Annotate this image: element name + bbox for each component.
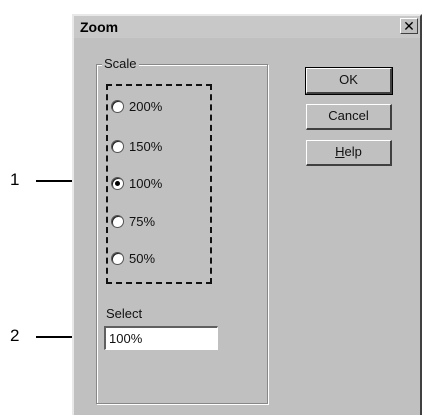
help-button[interactable]: Help: [306, 140, 392, 166]
radio-button-icon[interactable]: [111, 99, 124, 113]
zoom-dialog: Zoom ✕ Scale 200% 150% 100% 75% 50% Sele…: [72, 14, 422, 415]
callout-number-2: 2: [10, 326, 20, 345]
radio-button-icon[interactable]: [111, 214, 124, 228]
radio-button-icon[interactable]: [111, 139, 124, 153]
radio-label: 75%: [129, 213, 156, 229]
callout-number-1: 1: [10, 170, 20, 189]
title-bar[interactable]: Zoom ✕: [74, 16, 420, 38]
radio-label: 100%: [129, 175, 163, 191]
radio-option-150[interactable]: 150%: [111, 136, 162, 156]
radio-button-icon[interactable]: [111, 251, 124, 265]
radio-button-checked-icon[interactable]: [111, 176, 124, 190]
select-input[interactable]: [104, 326, 218, 350]
scale-group-label: Scale: [102, 56, 139, 71]
radio-option-75[interactable]: 75%: [111, 211, 155, 231]
radio-label: 200%: [129, 98, 163, 114]
radio-label: 150%: [129, 138, 163, 154]
dialog-title: Zoom: [80, 19, 119, 35]
close-icon: ✕: [403, 18, 415, 34]
ok-button[interactable]: OK: [305, 67, 393, 95]
radio-label: 50%: [129, 250, 156, 266]
radio-option-100[interactable]: 100%: [111, 173, 162, 193]
close-button[interactable]: ✕: [400, 18, 418, 34]
cancel-button[interactable]: Cancel: [306, 104, 392, 130]
select-label: Select: [106, 306, 143, 321]
radio-option-50[interactable]: 50%: [111, 248, 155, 268]
radio-option-200[interactable]: 200%: [111, 96, 162, 116]
